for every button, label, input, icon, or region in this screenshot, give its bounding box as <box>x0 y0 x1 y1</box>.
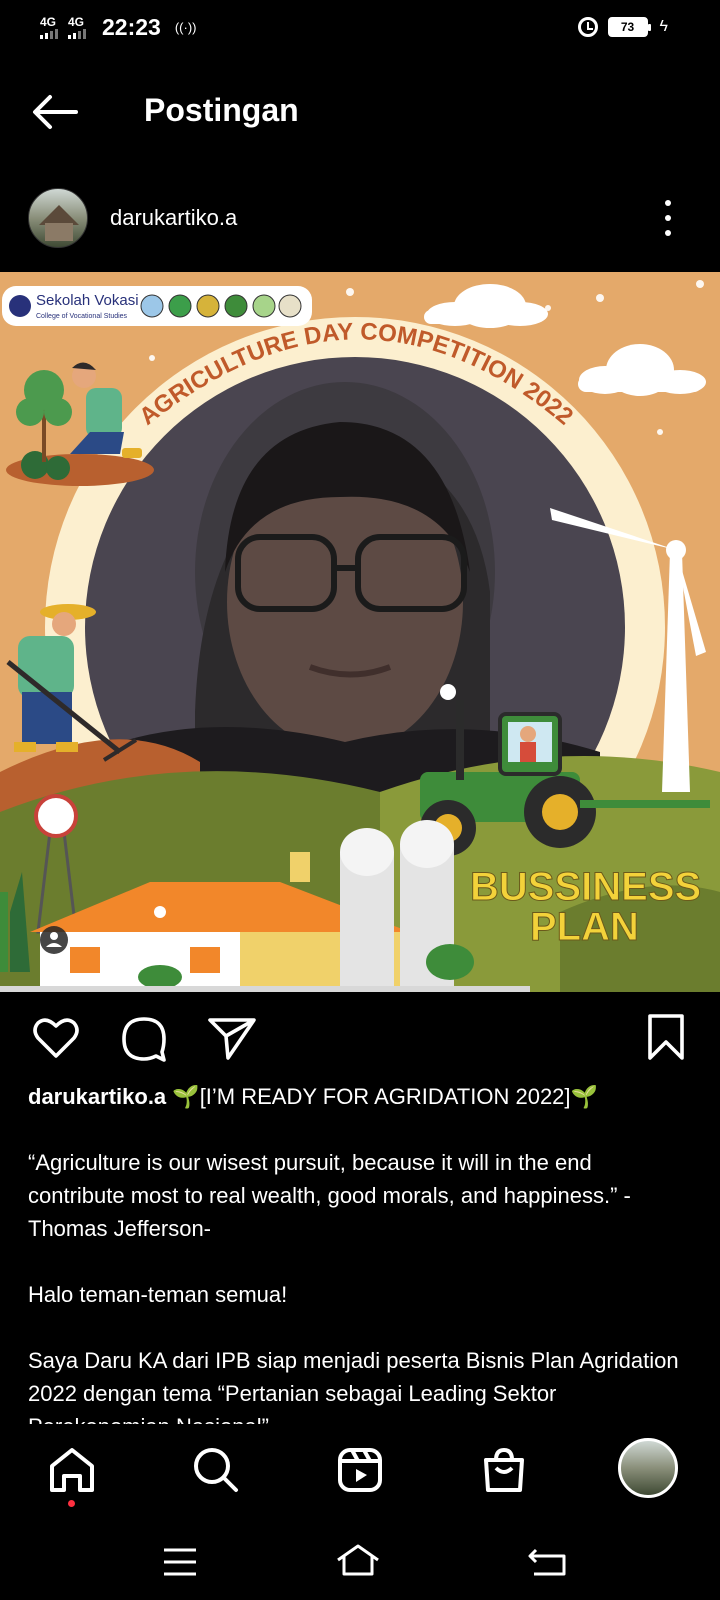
caption-headline: darukartiko.a 🌱[I’M READY FOR AGRIDATION… <box>28 1080 692 1113</box>
hotspot-icon: ((·)) <box>174 20 197 35</box>
reels-icon[interactable] <box>334 1444 386 1496</box>
post-caption: darukartiko.a 🌱[I’M READY FOR AGRIDATION… <box>28 1080 692 1424</box>
comment-icon[interactable] <box>118 1012 170 1064</box>
badge-line-2: PLAN <box>530 905 639 949</box>
caption-body: Saya Daru KA dari IPB siap menjadi peser… <box>28 1348 679 1424</box>
caption-headline-text: 🌱[I’M READY FOR AGRIDATION 2022]🌱 <box>172 1084 598 1109</box>
logo-subtext: College of Vocational Studies <box>36 313 128 320</box>
caption-quote: “Agriculture is our wisest pursuit, beca… <box>28 1150 631 1241</box>
notification-dot <box>68 1500 75 1507</box>
app-header: Postingan <box>0 80 720 144</box>
clock: 22:23 <box>102 14 161 40</box>
search-icon[interactable] <box>190 1444 242 1496</box>
caption-greeting: Halo teman-teman semua! <box>28 1282 288 1307</box>
logo-text: Sekolah Vokasi <box>36 292 139 309</box>
signal-2: 4G <box>68 16 86 39</box>
bottom-navigation <box>0 1436 720 1507</box>
caption-username[interactable]: darukartiko.a <box>28 1084 166 1109</box>
like-heart-icon[interactable] <box>30 1012 82 1064</box>
back-arrow-icon[interactable] <box>30 92 80 132</box>
profile-avatar[interactable] <box>618 1438 678 1498</box>
silo-illustration <box>340 820 474 992</box>
author-username[interactable]: darukartiko.a <box>110 205 237 231</box>
more-options-icon[interactable] <box>662 200 674 236</box>
save-bookmark-icon[interactable] <box>640 1012 692 1064</box>
signal-1: 4G <box>40 16 58 39</box>
share-send-icon[interactable] <box>206 1012 258 1064</box>
alarm-icon <box>577 17 598 37</box>
poster-artwork: AGRICULTURE DAY COMPETITION 2022 Sekolah… <box>0 280 720 992</box>
system-navigation <box>0 1530 720 1600</box>
post-actions <box>0 1012 720 1068</box>
system-back-icon[interactable] <box>526 1540 570 1584</box>
status-bar: 4G 4G 22:23 ((·)) 73 ϟ <box>0 0 720 56</box>
charging-icon: ϟ <box>659 18 668 35</box>
battery-icon: 73 <box>607 17 651 37</box>
system-home-icon[interactable] <box>336 1540 380 1584</box>
battery-level: 73 <box>620 20 635 34</box>
post-image[interactable]: AGRICULTURE DAY COMPETITION 2022 Sekolah… <box>0 272 720 992</box>
page-title: Postingan <box>144 92 299 128</box>
badge-line-1: BUSSINESS <box>470 865 701 909</box>
author-avatar[interactable] <box>28 188 88 248</box>
home-icon[interactable] <box>46 1444 98 1496</box>
shop-icon[interactable] <box>478 1444 530 1496</box>
post-author-row: darukartiko.a <box>0 188 720 248</box>
tagged-users-icon <box>40 926 68 954</box>
network-type-1: 4G <box>40 15 57 29</box>
menu-icon[interactable] <box>158 1540 202 1584</box>
network-type-2: 4G <box>68 15 85 29</box>
